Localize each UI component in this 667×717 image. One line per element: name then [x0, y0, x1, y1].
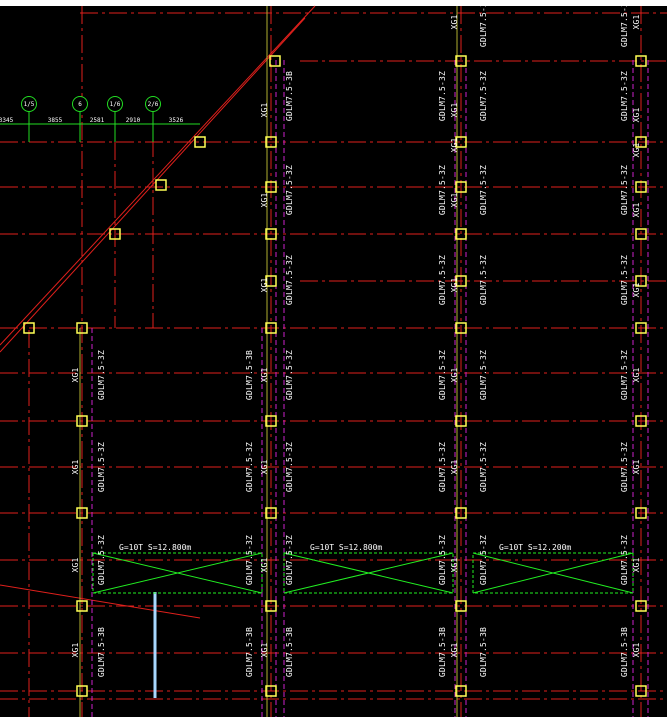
member-label: XG1	[260, 277, 269, 292]
axis-dimension-label: 2910	[126, 117, 141, 124]
member-label: GDLM7.5-3B	[285, 71, 294, 121]
member-label: GDLM7.5-3Z	[620, 165, 629, 215]
member-label: XG1	[450, 642, 459, 657]
member-label: XG1	[632, 282, 641, 297]
member-label: GDLM7.5-3Z	[620, 535, 629, 585]
member-label: XG1	[450, 102, 459, 117]
member-label: XG1	[450, 367, 459, 382]
crane-beams-layer: G=10T S=12.800m G=10T S=12.800m G=10T S=12…	[92, 543, 634, 594]
member-label: XG1	[632, 142, 641, 157]
member-label: GDLM7.5-3Z	[620, 350, 629, 400]
member-label: XG1	[71, 367, 80, 382]
axis-bubble-label: 1/5	[24, 101, 35, 108]
member-label: GDLM7.5-3Z	[97, 442, 106, 492]
member-label: GDLM7.5-3Z	[285, 165, 294, 215]
member-label: GDLM7.5-3Z	[438, 255, 447, 305]
member-label: GDLM7.5-3Z	[438, 165, 447, 215]
member-label: GDLM7.5-3Z	[620, 442, 629, 492]
member-label: XG1	[632, 202, 641, 217]
member-label: XG1	[632, 107, 641, 122]
member-label: GDLM7.5-3Z	[479, 165, 488, 215]
member-label: GDLM7.5-3Z	[438, 350, 447, 400]
axis-bubble-label: 2/6	[148, 101, 159, 108]
member-label: XG1	[450, 192, 459, 207]
member-label: GDLM7.5-3B	[438, 627, 447, 677]
member-label: XG1	[260, 192, 269, 207]
member-label: GDLM7.5-3B	[97, 627, 106, 677]
member-label: GDLM7.5-3Z	[620, 71, 629, 121]
member-label: GDLM7.5-3Z	[245, 442, 254, 492]
axis-dimension-label: 3855	[48, 117, 63, 124]
member-label: GDLM7.5-3Z	[97, 535, 106, 585]
member-label: GDLM7.5-3Z	[285, 255, 294, 305]
member-label: XG1	[260, 642, 269, 657]
member-label: XG1	[260, 102, 269, 117]
crane-label: G=10T S=12.800m	[310, 543, 382, 552]
boundary-line	[0, 584, 201, 619]
member-label: XG1	[260, 557, 269, 572]
member-label: GDLM7.5-3B	[285, 627, 294, 677]
axis-dimension-label: 3345	[0, 117, 14, 124]
member-label: GDLM7.5-3Z	[479, 442, 488, 492]
axis-bubble-group: 1/5 6 1/6 2/6 3345 3855 2581 2910 3526	[0, 96, 200, 142]
member-label: XG1	[450, 557, 459, 572]
member-label: XG1	[71, 642, 80, 657]
member-label: GDLM7.5-3Z	[620, 0, 629, 47]
member-label: GDLM7.5-3Z	[245, 535, 254, 585]
axis-bubble-label: 1/6	[110, 101, 121, 108]
member-label: GDLM7.5-3Z	[438, 71, 447, 121]
member-label: GDLM7.5-3Z	[479, 255, 488, 305]
member-label: GDLM7.5-3B	[620, 627, 629, 677]
crane-label: G=10T S=12.200m	[499, 543, 571, 552]
column-node	[155, 179, 167, 191]
member-label: GDLM7.5-3Z	[438, 442, 447, 492]
member-label: XG1	[260, 459, 269, 474]
axis-bubble-label: 6	[78, 101, 82, 108]
member-label: XG1	[632, 14, 641, 29]
member-label: GDLM7.5-3B	[245, 350, 254, 400]
member-label: XG1	[632, 459, 641, 474]
member-label: XG1	[450, 459, 459, 474]
member-label: GDLM7.5-3Z	[620, 255, 629, 305]
member-label: XG1	[632, 557, 641, 572]
member-label: GDLM7.5-3Z	[438, 535, 447, 585]
member-label: XG1	[71, 557, 80, 572]
member-label: GDLM7.5-3Z	[479, 71, 488, 121]
member-label: GDLM7.5-3Z	[479, 535, 488, 585]
member-label: GDLM7.5-3Z	[285, 535, 294, 585]
rail-lines-layer	[79, 6, 649, 717]
member-label: XG1	[632, 367, 641, 382]
member-label: GDLM7.5-3Z	[285, 350, 294, 400]
member-label: GDLM7.5-3Z	[479, 0, 488, 47]
diagonal-line	[0, 5, 316, 346]
top-toolbar-strip	[0, 0, 667, 6]
cad-drawing-canvas[interactable]: G=10T S=12.800m G=10T S=12.800m G=10T S=12…	[0, 0, 667, 717]
member-label: XG1	[71, 459, 80, 474]
member-label: XG1	[260, 367, 269, 382]
crane-label: G=10T S=12.800m	[119, 543, 191, 552]
member-label: GDLM7.5-3Z	[479, 350, 488, 400]
axis-dimension-label: 2581	[90, 117, 105, 124]
axis-dimension-label: 3526	[169, 117, 184, 124]
column-nodes-layer	[23, 55, 647, 697]
member-label: XG1	[450, 14, 459, 29]
member-label: GDLM7.5-3Z	[97, 350, 106, 400]
member-label: GDLM7.5-3Z	[285, 442, 294, 492]
member-label: XG1	[450, 137, 459, 152]
member-label: XG1	[632, 642, 641, 657]
member-label: GDLM7.5-3B	[479, 627, 488, 677]
member-label: XG1	[450, 277, 459, 292]
member-label: GDLM7.5-3B	[245, 627, 254, 677]
